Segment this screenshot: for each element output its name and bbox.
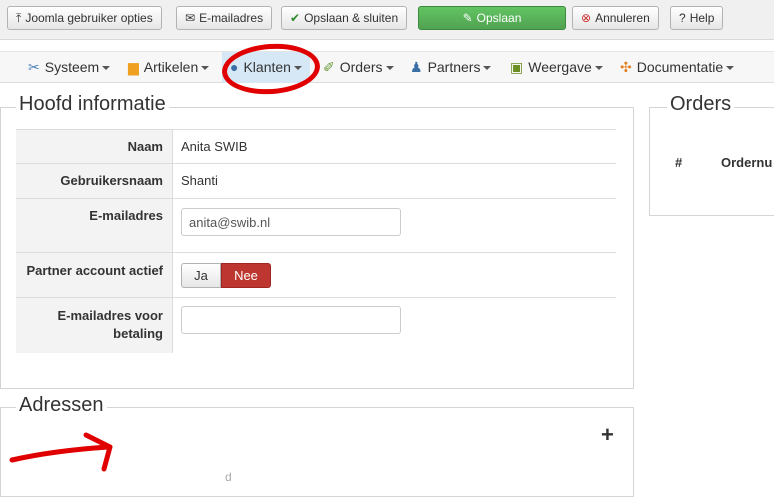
help-label: Help — [689, 11, 715, 25]
menu-item-artikelen[interactable]: ▆ Artikelen — [128, 52, 210, 83]
addresses-legend: Adressen — [16, 394, 107, 417]
menu-item-label: Partners — [427, 59, 481, 75]
partner-label: Partner account actief — [16, 253, 173, 297]
name-row: Naam Anita SWIB — [16, 129, 616, 164]
display-icon: ▣ — [510, 59, 524, 75]
caret-down-icon — [102, 65, 111, 70]
caret-down-icon — [594, 65, 603, 70]
save-close-label: Opslaan & sluiten — [304, 11, 399, 25]
email-label: E-mailadres — [16, 199, 173, 252]
menu-item-systeem[interactable]: ✂ Systeem — [28, 52, 111, 83]
puzzle-icon: ✣ — [620, 59, 632, 75]
toolbar: ⤒ Joomla gebruiker opties ✉ E-mailadres … — [0, 0, 774, 40]
name-value: Anita SWIB — [181, 139, 248, 154]
menu-item-label: Orders — [339, 59, 383, 75]
email-row: E-mailadres — [16, 199, 616, 253]
caret-down-icon — [385, 65, 394, 70]
orders-col-ordernumber: Ordernu — [721, 155, 773, 170]
addresses-partial-text: d — [225, 470, 232, 484]
username-label: Gebruikersnaam — [16, 164, 173, 198]
partner-no-button[interactable]: Nee — [221, 263, 271, 288]
question-icon: ? — [679, 11, 686, 25]
edit-icon: ✎ — [462, 11, 473, 25]
save-label: Opslaan — [476, 11, 522, 25]
tools-icon: ✂ — [28, 59, 40, 75]
annotation-arrow — [9, 432, 113, 472]
payment-email-field[interactable] — [181, 306, 401, 334]
cancel-button[interactable]: ⊗ Annuleren — [572, 6, 659, 30]
name-label: Naam — [16, 130, 173, 163]
orders-col-hash: # — [675, 155, 683, 170]
help-button[interactable]: ? Help — [670, 6, 724, 30]
email-button-label: E-mailadres — [199, 11, 264, 25]
orders-legend: Orders — [667, 93, 735, 116]
caret-down-icon — [726, 65, 735, 70]
check-icon: ✔ — [290, 11, 301, 25]
menu-item-orders[interactable]: ✐ Orders — [323, 52, 394, 83]
partner-icon: ♟ — [410, 59, 423, 75]
partner-toggle: Ja Nee — [181, 263, 271, 288]
cancel-icon: ⊗ — [581, 11, 592, 25]
cancel-label: Annuleren — [595, 11, 650, 25]
save-button[interactable]: ✎ Opslaan — [418, 6, 566, 30]
payment-email-label-line2: betaling — [113, 326, 163, 341]
orders-icon: ✐ — [323, 59, 335, 75]
menu-item-documentatie[interactable]: ✣ Documentatie — [620, 52, 735, 83]
menu-item-partners[interactable]: ♟ Partners — [410, 52, 492, 83]
partner-yes-button[interactable]: Ja — [181, 263, 221, 288]
email-button[interactable]: ✉ E-mailadres — [176, 6, 273, 30]
upload-icon: ⤒ — [16, 11, 22, 25]
joomla-user-options-label: Joomla gebruiker opties — [25, 11, 153, 25]
joomla-user-options-button[interactable]: ⤒ Joomla gebruiker opties — [7, 6, 162, 30]
payment-email-row: E-mailadres voor betaling — [16, 298, 616, 353]
main-info-legend: Hoofd informatie — [16, 93, 169, 116]
username-row: Gebruikersnaam Shanti — [16, 164, 616, 199]
add-address-button[interactable]: + — [601, 422, 614, 448]
payment-email-label: E-mailadres voor betaling — [16, 298, 173, 353]
save-close-button[interactable]: ✔ Opslaan & sluiten — [281, 6, 408, 30]
menu-item-label: Artikelen — [143, 59, 199, 75]
menu-item-label: Documentatie — [636, 59, 724, 75]
menu-item-weergave[interactable]: ▣ Weergave — [510, 52, 603, 83]
envelope-icon: ✉ — [185, 11, 196, 25]
caret-down-icon — [201, 65, 210, 70]
menu-item-label: Weergave — [528, 59, 592, 75]
partner-row: Partner account actief Ja Nee — [16, 253, 616, 298]
menu-item-label: Systeem — [44, 59, 100, 75]
annotation-circle — [220, 40, 322, 98]
box-icon: ▆ — [128, 59, 139, 75]
payment-email-label-line1: E-mailadres voor — [57, 308, 164, 323]
main-menu: ✂ Systeem ▆ Artikelen ● Klanten ✐ Orders… — [0, 51, 774, 83]
email-field[interactable] — [181, 208, 401, 236]
caret-down-icon — [483, 65, 492, 70]
username-value: Shanti — [181, 173, 218, 188]
